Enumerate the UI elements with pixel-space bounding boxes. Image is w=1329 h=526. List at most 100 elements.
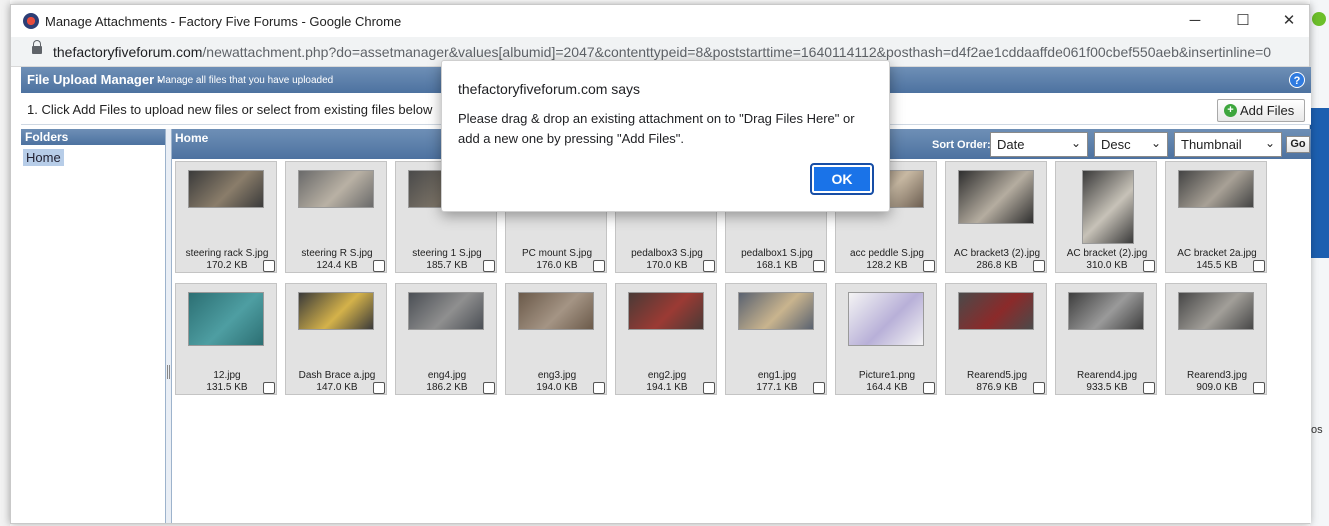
alert-dialog: thefactoryfiveforum.com says Please drag… [441,60,890,212]
file-size: 177.1 KB [756,382,798,393]
file-tile[interactable]: eng1.jpg 177.1 KB [725,283,827,395]
file-tile[interactable]: Picture1.png 164.4 KB [835,283,937,395]
file-select-checkbox[interactable] [813,260,825,272]
file-size: 909.0 KB [1196,382,1238,393]
file-tile[interactable]: 12.jpg 131.5 KB [175,283,277,395]
file-name: AC bracket3 (2).jpg [953,248,1041,259]
dialog-message: Please drag & drop an existing attachmen… [458,111,855,146]
file-select-checkbox[interactable] [263,260,275,272]
file-size: 194.0 KB [536,382,578,393]
file-select-checkbox[interactable] [373,260,385,272]
file-name: steering rack S.jpg [185,248,269,259]
file-select-checkbox[interactable] [483,382,495,394]
file-thumbnail[interactable] [188,292,264,346]
file-select-checkbox[interactable] [813,382,825,394]
url-path: /newattachment.php?do=assetmanager&value… [202,44,1272,60]
file-size: 145.5 KB [1196,260,1238,271]
minimize-button[interactable]: ─ [1173,9,1217,33]
file-grid: steering rack S.jpg 170.2 KB steering R S.… [172,159,1311,523]
file-thumbnail[interactable] [738,292,814,330]
file-size: 131.5 KB [206,382,248,393]
file-thumbnail[interactable] [1178,292,1254,330]
file-select-checkbox[interactable] [373,382,385,394]
file-select-checkbox[interactable] [923,382,935,394]
file-select-checkbox[interactable] [593,382,605,394]
window-title: Manage Attachments - Factory Five Forums… [45,14,402,29]
file-select-checkbox[interactable] [1253,382,1265,394]
file-tile[interactable]: eng3.jpg 194.0 KB [505,283,607,395]
file-tile[interactable]: steering rack S.jpg 170.2 KB [175,161,277,273]
file-select-checkbox[interactable] [1143,382,1155,394]
file-thumbnail[interactable] [628,292,704,330]
folders-panel: Folders Home [21,129,166,523]
file-tile[interactable]: AC bracket3 (2).jpg 286.8 KB [945,161,1047,273]
background-right-strip: os [1310,0,1329,526]
dialog-title: thefactoryfiveforum.com says [458,81,641,97]
file-thumbnail[interactable] [1082,170,1134,244]
go-button[interactable]: Go [1286,136,1310,153]
file-tile[interactable]: Rearend5.jpg 876.9 KB [945,283,1047,395]
file-tile[interactable]: AC bracket (2).jpg 310.0 KB [1055,161,1157,273]
file-name: Rearend4.jpg [1076,370,1138,381]
file-size: 170.2 KB [206,260,248,271]
help-icon[interactable]: ? [1289,72,1305,88]
file-select-checkbox[interactable] [703,382,715,394]
background-left-strip [0,0,10,526]
file-tile[interactable]: Rearend4.jpg 933.5 KB [1055,283,1157,395]
folder-item-home[interactable]: Home [23,149,64,166]
file-select-checkbox[interactable] [1143,260,1155,272]
ok-button[interactable]: OK [810,163,874,195]
file-tile[interactable]: eng2.jpg 194.1 KB [615,283,717,395]
file-select-checkbox[interactable] [703,260,715,272]
file-thumbnail[interactable] [848,292,924,346]
file-size: 286.8 KB [976,260,1018,271]
file-name: Picture1.png [858,370,916,381]
window-titlebar[interactable]: Manage Attachments - Factory Five Forums… [11,5,1309,37]
file-select-checkbox[interactable] [263,382,275,394]
file-size: 176.0 KB [536,260,578,271]
plus-icon: + [1224,104,1237,117]
file-name: AC bracket (2).jpg [1066,248,1148,259]
file-select-checkbox[interactable] [1253,260,1265,272]
chevron-down-icon: ⌄ [1264,136,1275,150]
file-select-checkbox[interactable] [593,260,605,272]
file-tile[interactable]: AC bracket 2a.jpg 145.5 KB [1165,161,1267,273]
file-thumbnail[interactable] [958,170,1034,224]
file-select-checkbox[interactable] [1033,382,1045,394]
url-text[interactable]: thefactoryfiveforum.com/newattachment.ph… [53,44,1271,60]
file-thumbnail[interactable] [408,292,484,330]
file-thumbnail[interactable] [298,292,374,330]
file-name: acc peddle S.jpg [850,248,924,259]
close-button[interactable]: ✕ [1267,9,1311,33]
sort-direction-select[interactable]: Desc ⌄ [1094,132,1168,157]
file-thumbnail[interactable] [518,292,594,330]
background-green-badge [1312,12,1326,26]
file-thumbnail[interactable] [1178,170,1254,208]
file-size: 186.2 KB [426,382,468,393]
view-mode-select[interactable]: Thumbnail ⌄ [1174,132,1282,157]
file-size: 933.5 KB [1086,382,1128,393]
file-select-checkbox[interactable] [1033,260,1045,272]
add-files-button[interactable]: + Add Files [1217,99,1305,122]
file-thumbnail[interactable] [1068,292,1144,330]
background-text-fragment: os [1311,424,1323,436]
add-files-label: Add Files [1240,103,1295,118]
file-name: steering R S.jpg [301,248,373,259]
file-tile[interactable]: eng4.jpg 186.2 KB [395,283,497,395]
file-name: PC mount S.jpg [521,248,593,259]
file-name: pedalbox1 S.jpg [741,248,813,259]
file-tile[interactable]: steering R S.jpg 124.4 KB [285,161,387,273]
maximize-button[interactable]: ☐ [1221,9,1265,33]
lock-icon [32,40,42,54]
file-name: pedalbox3 S.jpg [631,248,703,259]
file-thumbnail[interactable] [298,170,374,208]
file-select-checkbox[interactable] [923,260,935,272]
file-thumbnail[interactable] [188,170,264,208]
manager-subtitle: Manage all files that you have uploaded [157,75,334,86]
file-size: 124.4 KB [316,260,358,271]
file-select-checkbox[interactable] [483,260,495,272]
sort-field-select[interactable]: Date ⌄ [990,132,1088,157]
file-tile[interactable]: Dash Brace a.jpg 147.0 KB [285,283,387,395]
file-tile[interactable]: Rearend3.jpg 909.0 KB [1165,283,1267,395]
file-thumbnail[interactable] [958,292,1034,330]
